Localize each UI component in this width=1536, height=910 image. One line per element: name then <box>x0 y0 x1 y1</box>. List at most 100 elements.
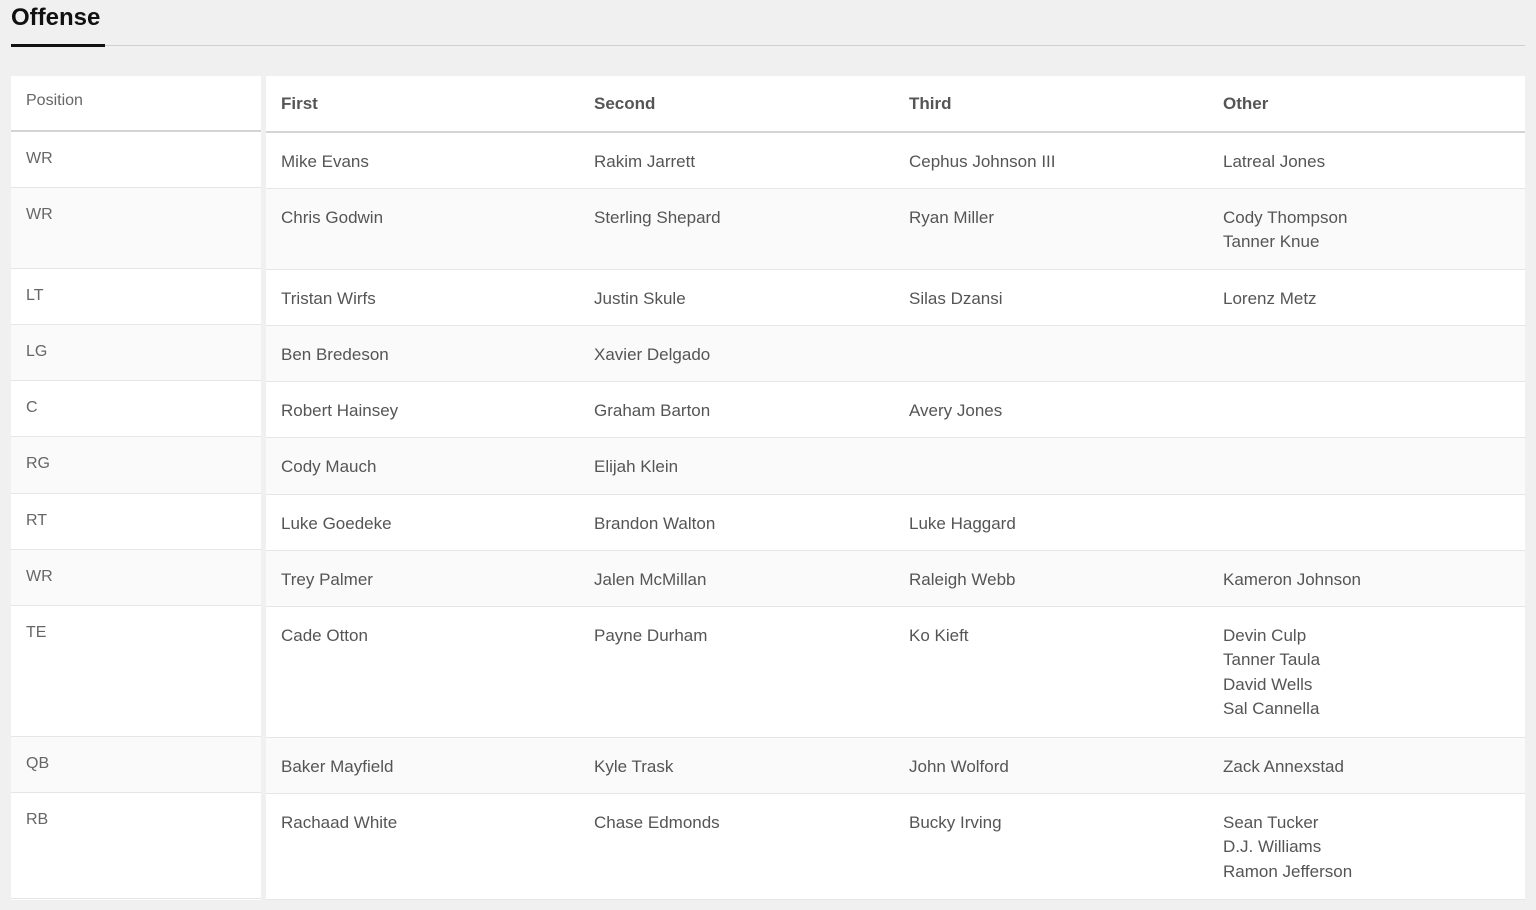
column-header-other: Other <box>1208 76 1525 133</box>
table-row: Chris Godwin Sterling Shepard Ryan Miller C… <box>266 188 1525 270</box>
second-string-cell: Chase Edmonds <box>579 793 894 900</box>
first-string-cell: Luke Goedeke <box>266 494 579 551</box>
column-header-first: First <box>266 76 579 133</box>
section-header: Offense <box>11 0 1525 47</box>
table-row: Baker Mayfield Kyle Trask John Wolford Zack… <box>266 737 1525 794</box>
position-cell: LT <box>11 268 261 325</box>
second-string-cell: Graham Barton <box>579 381 894 438</box>
position-cell: C <box>11 380 261 437</box>
second-string-cell: Justin Skule <box>579 269 894 326</box>
table-row: RT <box>11 493 261 550</box>
position-column-panel: Position WR WR LT LG C RG RT WR TE QB RB <box>11 76 261 900</box>
first-string-cell: Rachaad White <box>266 793 579 900</box>
position-cell: RB <box>11 792 261 899</box>
depth-chart-table: First Second Third Other Mike Evans Rakim… <box>266 76 1525 900</box>
table-row: Cody Mauch Elijah Klein <box>266 437 1525 495</box>
other-players-cell <box>1208 325 1525 382</box>
other-players-cell: Lorenz Metz <box>1208 269 1525 326</box>
second-string-cell: Payne Durham <box>579 606 894 738</box>
other-player-name: D.J. Williams <box>1223 837 1322 856</box>
other-player-name: Lorenz Metz <box>1223 288 1317 308</box>
other-player-name: David Wells <box>1223 674 1313 694</box>
table-row: RG <box>11 436 261 494</box>
depth-chart-panel: First Second Third Other Mike Evans Rakim… <box>266 76 1525 900</box>
third-string-cell: Cephus Johnson III <box>894 132 1208 189</box>
third-string-cell: Bucky Irving <box>894 793 1208 900</box>
other-players-cell <box>1208 381 1525 438</box>
third-string-cell <box>894 325 1208 382</box>
other-player-name: Latreal Jones <box>1223 152 1326 171</box>
third-string-cell: Ryan Miller <box>894 188 1208 270</box>
third-string-cell: Avery Jones <box>894 381 1208 438</box>
other-players-cell: Kameron Johnson <box>1208 550 1525 607</box>
position-cell: RG <box>11 436 261 494</box>
other-player-name: Zack Annexstad <box>1223 756 1344 776</box>
second-string-cell: Jalen McMillan <box>579 550 894 607</box>
table-row: QB <box>11 736 261 793</box>
second-string-cell: Elijah Klein <box>579 437 894 495</box>
table-row: RB <box>11 792 261 899</box>
other-player-name: Sal Cannella <box>1223 699 1320 718</box>
second-string-cell: Rakim Jarrett <box>579 132 894 189</box>
table-row: Tristan Wirfs Justin Skule Silas Dzansi Lor… <box>266 269 1525 326</box>
third-string-cell <box>894 437 1208 495</box>
section-title: Offense <box>11 4 101 31</box>
table-row: WR <box>11 187 261 269</box>
other-players-cell: Latreal Jones <box>1208 132 1525 189</box>
table-row: LT <box>11 268 261 325</box>
column-header-third: Third <box>894 76 1208 133</box>
table-row: WR <box>11 549 261 606</box>
table-row: Trey Palmer Jalen McMillan Raleigh Webb Kam… <box>266 550 1525 607</box>
table-row: LG <box>11 324 261 381</box>
other-players-cell <box>1208 494 1525 551</box>
other-player-name: Kameron Johnson <box>1223 569 1361 589</box>
position-cell: WR <box>11 549 261 606</box>
table-row: Robert Hainsey Graham Barton Avery Jones <box>266 381 1525 438</box>
first-string-cell: Ben Bredeson <box>266 325 579 382</box>
third-string-cell: Raleigh Webb <box>894 550 1208 607</box>
position-table: Position WR WR LT LG C RG RT WR TE QB RB <box>11 76 261 899</box>
position-cell: LG <box>11 324 261 381</box>
third-string-cell: Silas Dzansi <box>894 269 1208 326</box>
second-string-cell: Xavier Delgado <box>579 325 894 382</box>
other-players-cell: Sean Tucker D.J. Williams Ramon Jefferson <box>1208 793 1525 900</box>
first-string-cell: Cody Mauch <box>266 437 579 495</box>
other-players-cell: Cody Thompson Tanner Knue <box>1208 188 1525 270</box>
first-string-cell: Mike Evans <box>266 132 579 189</box>
other-player-name: Devin Culp <box>1223 625 1307 645</box>
position-cell: RT <box>11 493 261 550</box>
table-row: Mike Evans Rakim Jarrett Cephus Johnson II… <box>266 132 1525 189</box>
section-title-underline <box>11 44 105 47</box>
table-row: Ben Bredeson Xavier Delgado <box>266 325 1525 382</box>
second-string-cell: Kyle Trask <box>579 737 894 794</box>
position-cell: QB <box>11 736 261 793</box>
first-string-cell: Robert Hainsey <box>266 381 579 438</box>
first-string-cell: Tristan Wirfs <box>266 269 579 326</box>
first-string-cell: Trey Palmer <box>266 550 579 607</box>
second-string-cell: Brandon Walton <box>579 494 894 551</box>
table-row: Cade Otton Payne Durham Ko Kieft Devin Culp… <box>266 606 1525 738</box>
other-player-name: Tanner Knue <box>1223 232 1320 251</box>
other-players-cell <box>1208 437 1525 495</box>
third-string-cell: John Wolford <box>894 737 1208 794</box>
table-row: WR <box>11 131 261 188</box>
other-player-name: Ramon Jefferson <box>1223 861 1353 881</box>
first-string-cell: Chris Godwin <box>266 188 579 270</box>
position-cell: WR <box>11 187 261 269</box>
other-players-cell: Zack Annexstad <box>1208 737 1525 794</box>
table-row: C <box>11 380 261 437</box>
table-row: Rachaad White Chase Edmonds Bucky Irving Se… <box>266 793 1525 900</box>
third-string-cell: Ko Kieft <box>894 606 1208 738</box>
other-player-name: Sean Tucker <box>1223 812 1319 832</box>
column-header-second: Second <box>579 76 894 133</box>
position-cell: TE <box>11 605 261 737</box>
second-string-cell: Sterling Shepard <box>579 188 894 270</box>
other-player-name: Tanner Taula <box>1223 650 1321 669</box>
table-row: Luke Goedeke Brandon Walton Luke Haggard <box>266 494 1525 551</box>
other-players-cell: Devin Culp Tanner Taula David Wells Sal Can… <box>1208 606 1525 738</box>
first-string-cell: Cade Otton <box>266 606 579 738</box>
position-cell: WR <box>11 131 261 188</box>
other-player-name: Cody Thompson <box>1223 207 1348 227</box>
first-string-cell: Baker Mayfield <box>266 737 579 794</box>
table-row: TE <box>11 605 261 737</box>
